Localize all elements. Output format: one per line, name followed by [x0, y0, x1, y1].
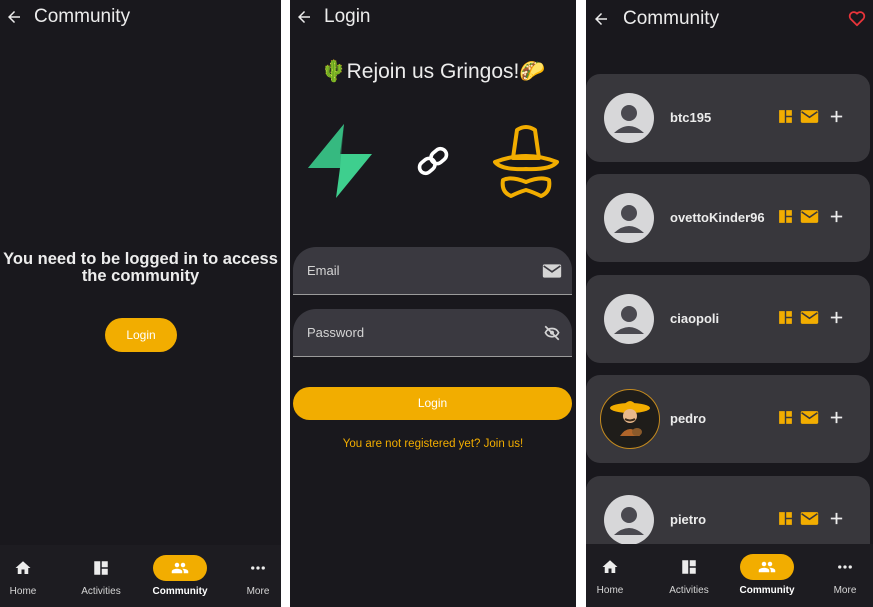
dashboard-icon [682, 560, 696, 574]
heart-outline-icon[interactable] [848, 10, 866, 27]
password-placeholder: Password [307, 325, 365, 340]
user-card[interactable]: ovettoKinder96 [586, 174, 870, 262]
dashboard-icon[interactable] [777, 208, 794, 230]
nav-activities-label: Activities [81, 586, 121, 597]
app-bar: Community [586, 0, 873, 36]
user-name: ovettoKinder96 [670, 210, 765, 225]
people-icon [171, 562, 189, 574]
password-field[interactable]: Password [293, 309, 572, 357]
nav-community[interactable]: Community [145, 545, 215, 607]
mail-icon[interactable] [800, 208, 819, 230]
nav-home[interactable]: Home [586, 544, 645, 606]
nav-community-label: Community [739, 585, 795, 596]
bottom-navigation: Home Activities Community More [586, 544, 873, 607]
nav-more-label: More [246, 586, 270, 597]
person-avatar-icon [604, 495, 654, 545]
user-name: pedro [670, 411, 707, 426]
user-actions [777, 409, 847, 429]
nav-activities[interactable]: Activities [654, 544, 724, 606]
nav-more[interactable]: More [223, 545, 281, 607]
mariachi-avatar-icon [600, 389, 660, 449]
bottom-navigation: Home Activities Community More [0, 545, 281, 607]
dashboard-icon[interactable] [777, 409, 794, 431]
nav-activities-label: Activities [669, 585, 709, 596]
sombrero-mustache-logo-icon [493, 125, 559, 198]
welcome-heading: 🌵Rejoin us Gringos!🌮 [320, 60, 546, 83]
login-button[interactable]: Login [105, 318, 177, 352]
plus-icon[interactable] [828, 108, 845, 130]
more-dots-icon [251, 566, 265, 570]
app-bar: Community [0, 0, 281, 36]
person-avatar-icon [604, 193, 654, 243]
nav-more[interactable]: More [810, 544, 873, 606]
user-actions [777, 208, 847, 228]
login-screen: Login 🌵Rejoin us Gringos!🌮 Email Passwor… [290, 0, 576, 607]
people-icon [758, 561, 776, 573]
home-icon [15, 561, 31, 574]
plus-icon[interactable] [828, 510, 845, 532]
mail-icon[interactable] [800, 108, 819, 130]
more-dots-icon [838, 565, 852, 569]
plus-icon[interactable] [828, 208, 845, 230]
link-icon [417, 146, 449, 176]
user-actions [777, 108, 847, 128]
nav-home[interactable]: Home [0, 545, 58, 607]
user-card[interactable]: ciaopoli [586, 275, 870, 363]
plus-icon[interactable] [828, 309, 845, 331]
back-arrow-icon[interactable] [295, 8, 313, 26]
plus-icon[interactable] [828, 409, 845, 431]
page-title: Community [34, 6, 131, 27]
dashboard-icon [94, 561, 108, 575]
mail-icon[interactable] [800, 309, 819, 331]
eye-off-icon[interactable] [542, 324, 562, 342]
nav-home-label: Home [9, 586, 37, 597]
email-field[interactable]: Email [293, 247, 572, 295]
login-submit-button[interactable]: Login [293, 387, 572, 420]
mail-icon[interactable] [800, 409, 819, 431]
user-card[interactable]: pedro [586, 375, 870, 463]
email-placeholder: Email [307, 263, 340, 278]
page-title: Login [324, 6, 371, 27]
page-title: Community [623, 8, 720, 29]
dashboard-icon[interactable] [777, 108, 794, 130]
community-locked-screen: Community You need to be logged in to ac… [0, 0, 281, 607]
user-name: pietro [670, 512, 707, 527]
login-required-message: You need to be logged in to access the c… [3, 250, 278, 285]
app-bar: Login [290, 0, 576, 36]
back-arrow-icon[interactable] [5, 8, 23, 26]
user-actions [777, 309, 847, 329]
nav-community[interactable]: Community [732, 544, 802, 606]
nav-more-label: More [833, 585, 857, 596]
register-link[interactable]: You are not registered yet? Join us! [290, 438, 576, 450]
nav-activities[interactable]: Activities [66, 545, 136, 607]
nav-home-label: Home [596, 585, 624, 596]
user-actions [777, 510, 847, 530]
supabase-logo-icon [308, 124, 372, 198]
user-name: ciaopoli [670, 311, 720, 326]
back-arrow-icon[interactable] [592, 10, 610, 28]
dashboard-icon[interactable] [777, 510, 794, 532]
mail-icon [542, 264, 562, 278]
community-list-screen: Community btc195 ovettoKinder96 ciaopoli [586, 0, 873, 607]
home-icon [602, 560, 618, 573]
person-avatar-icon [604, 294, 654, 344]
dashboard-icon[interactable] [777, 309, 794, 331]
user-card[interactable]: btc195 [586, 74, 870, 162]
mail-icon[interactable] [800, 510, 819, 532]
nav-community-label: Community [152, 586, 208, 597]
user-name: btc195 [670, 110, 712, 125]
person-avatar-icon [604, 93, 654, 143]
